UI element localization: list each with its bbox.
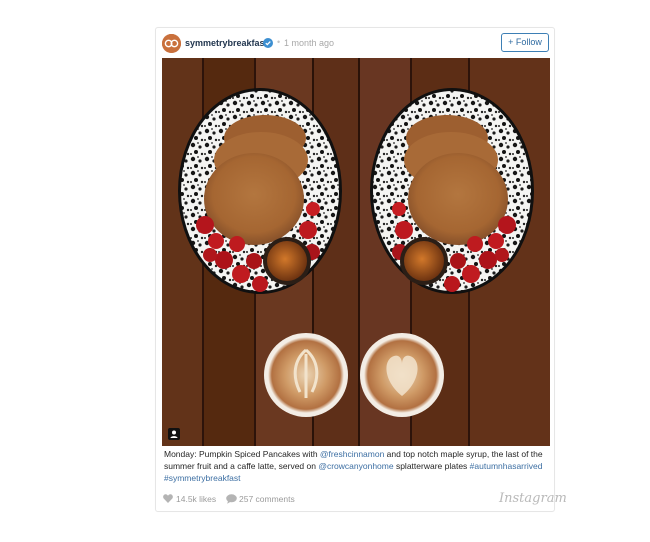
- likes-count[interactable]: 14.5k likes: [176, 494, 216, 504]
- heart-icon[interactable]: [163, 494, 173, 503]
- mention-link[interactable]: @freshcinnamon: [320, 449, 384, 459]
- instagram-logo[interactable]: Instagram: [499, 491, 567, 506]
- post-time[interactable]: 1 month ago: [284, 38, 334, 48]
- follow-button[interactable]: + Follow: [501, 33, 549, 52]
- avatar[interactable]: [162, 34, 181, 53]
- post-card: symmetrybreakfast • 1 month ago + Follow: [155, 27, 567, 512]
- username[interactable]: symmetrybreakfast: [185, 38, 268, 48]
- post-footer: 14.5k likes 257 comments Instagram: [156, 487, 567, 511]
- post-caption: Monday: Pumpkin Spiced Pancakes with @fr…: [164, 449, 548, 484]
- post-photo[interactable]: [162, 58, 550, 446]
- hashtag-link[interactable]: #symmetrybreakfast: [164, 473, 241, 483]
- hashtag-link[interactable]: #autumnhasarrived: [470, 461, 543, 471]
- post-header: symmetrybreakfast • 1 month ago + Follow: [156, 28, 554, 58]
- comment-icon[interactable]: [226, 494, 237, 504]
- user-tag-icon[interactable]: [168, 428, 180, 440]
- separator-dot: •: [277, 37, 281, 47]
- caption-text: splatterware plates: [393, 460, 470, 471]
- verified-icon: [263, 38, 273, 48]
- comments-count[interactable]: 257 comments: [239, 494, 295, 504]
- caption-text: Monday: Pumpkin Spiced Pancakes with: [164, 449, 320, 459]
- mention-link[interactable]: @crowcanyonhome: [318, 461, 393, 471]
